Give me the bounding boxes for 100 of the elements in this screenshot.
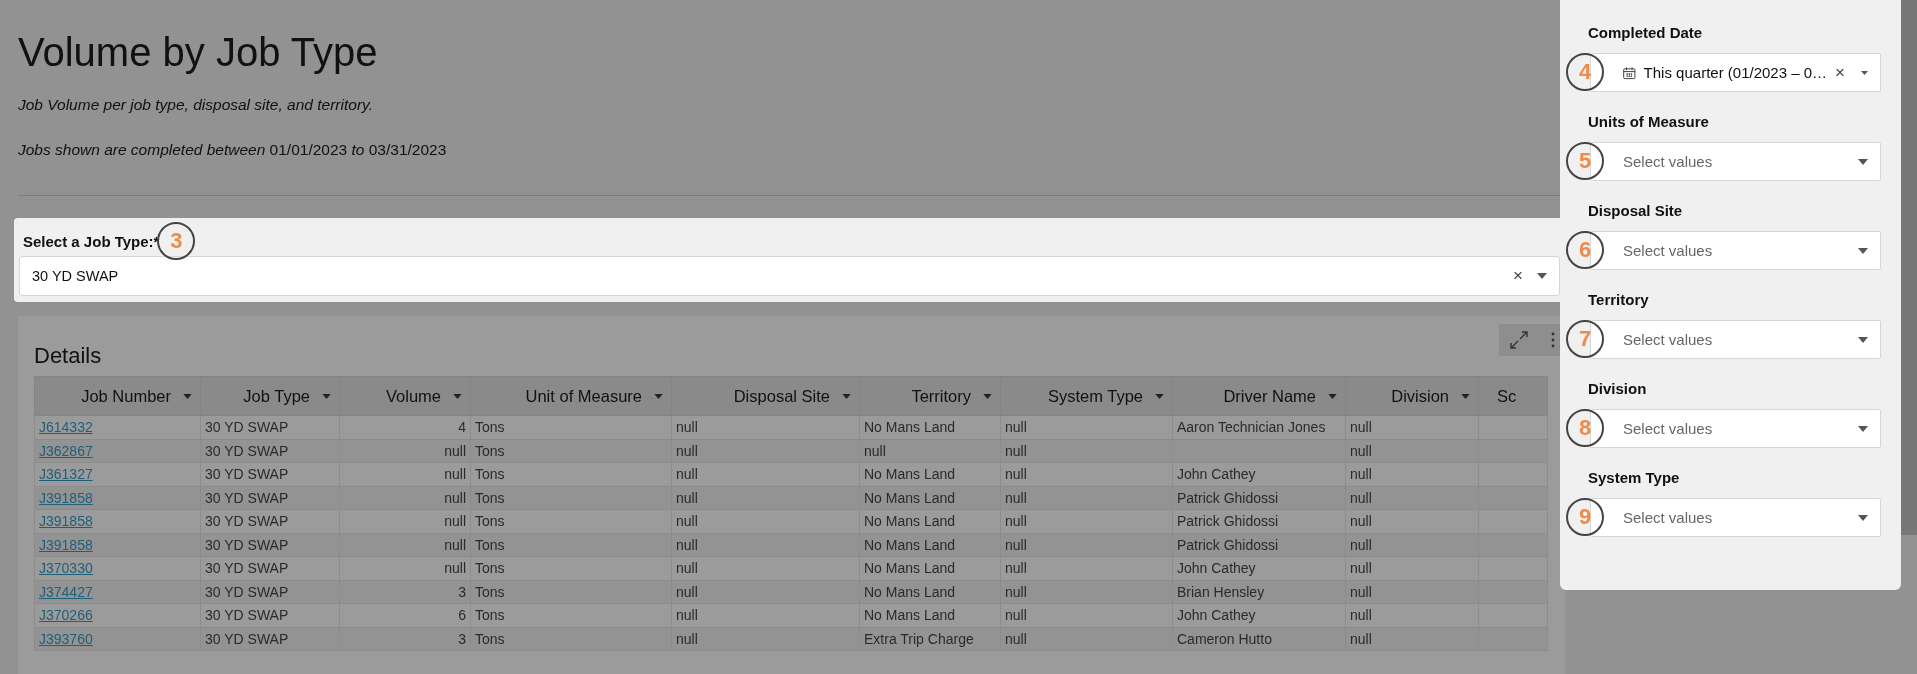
table-cell: Patrick Ghidossi bbox=[1177, 489, 1279, 506]
table-cell: 4 bbox=[458, 419, 466, 436]
table-cell: John Cathey bbox=[1177, 560, 1256, 577]
table-cell: null bbox=[676, 419, 698, 436]
caret-icon bbox=[1858, 425, 1868, 432]
table-cell: null bbox=[1005, 466, 1027, 483]
table-cell: 30 YD SWAP bbox=[205, 513, 289, 530]
table-cell: null bbox=[444, 489, 466, 506]
table-cell: Tons bbox=[475, 583, 505, 600]
table-cell: 30 YD SWAP bbox=[205, 560, 289, 577]
select-dropdown[interactable]: Select values bbox=[1590, 498, 1881, 537]
table-cell: 30 YD SWAP bbox=[205, 536, 289, 553]
column-header[interactable]: Driver Name bbox=[1172, 376, 1346, 416]
table-cell: Tons bbox=[475, 536, 505, 553]
column-header[interactable]: Division bbox=[1345, 376, 1479, 416]
table-cell: Tons bbox=[475, 419, 505, 436]
table-cell: null bbox=[444, 442, 466, 459]
table-cell: 30 YD SWAP bbox=[205, 442, 289, 459]
table-cell: Tons bbox=[475, 466, 505, 483]
column-header[interactable]: Job Type bbox=[200, 376, 340, 416]
table-cell: null bbox=[1350, 419, 1372, 436]
table-cell: null bbox=[1005, 489, 1027, 506]
select-dropdown[interactable]: Select values bbox=[1590, 320, 1881, 359]
select-dropdown[interactable]: Select values bbox=[1590, 142, 1881, 181]
filter-label: Disposal Site bbox=[1588, 202, 1684, 221]
table-cell: null bbox=[1350, 607, 1372, 624]
caret-icon bbox=[1858, 514, 1868, 521]
table-cell: null bbox=[1005, 536, 1027, 553]
table-cell: null bbox=[1005, 630, 1027, 647]
table-cell: 30 YD SWAP bbox=[205, 630, 289, 647]
table-cell: No Mans Land bbox=[864, 560, 956, 577]
filter-label: System Type bbox=[1588, 469, 1681, 488]
table-cell: null bbox=[676, 466, 698, 483]
table-cell: null bbox=[676, 536, 698, 553]
table-cell: null bbox=[1350, 466, 1372, 483]
caret-icon bbox=[1858, 247, 1868, 254]
table-cell: null bbox=[864, 442, 886, 459]
table-cell: null bbox=[676, 630, 698, 647]
date-dropdown[interactable]: This quarter (01/2023 – 0… × bbox=[1590, 53, 1881, 92]
table-cell: Extra Trip Charge bbox=[864, 630, 974, 647]
table-cell: Tons bbox=[475, 560, 505, 577]
table-cell: Brian Hensley bbox=[1177, 583, 1265, 600]
table-cell: 30 YD SWAP bbox=[205, 607, 289, 624]
clear-icon[interactable]: × bbox=[1835, 62, 1845, 83]
column-header[interactable]: Unit of Measure bbox=[470, 376, 672, 416]
details-title: Details bbox=[34, 342, 102, 370]
caret-icon bbox=[1537, 273, 1547, 279]
table-cell: null bbox=[1350, 442, 1372, 459]
job-type-dropdown[interactable]: 30 YD SWAP × bbox=[19, 256, 1560, 296]
table-cell: 3 bbox=[458, 583, 466, 600]
table-cell: 30 YD SWAP bbox=[205, 583, 289, 600]
table-cell: No Mans Land bbox=[864, 419, 956, 436]
clear-icon[interactable]: × bbox=[1513, 266, 1523, 286]
table-cell: No Mans Land bbox=[864, 583, 956, 600]
table-cell: null bbox=[676, 442, 698, 459]
table-cell: null bbox=[1350, 630, 1372, 647]
column-header[interactable]: System Type bbox=[1000, 376, 1173, 416]
scrollbar[interactable] bbox=[1901, 0, 1917, 535]
table-cell: No Mans Land bbox=[864, 513, 956, 530]
table-cell: Cameron Hutto bbox=[1177, 630, 1272, 647]
table-cell: Tons bbox=[475, 489, 505, 506]
caret-icon bbox=[1861, 69, 1868, 76]
table-cell: null bbox=[1350, 536, 1372, 553]
table-cell: null bbox=[444, 466, 466, 483]
select-dropdown[interactable]: Select values bbox=[1590, 231, 1881, 270]
page-description: Job Volume per job type, disposal site, and territory. bbox=[17, 96, 373, 114]
table-cell: null bbox=[676, 583, 698, 600]
column-header[interactable]: Job Number bbox=[34, 376, 201, 416]
filter-label: Territory bbox=[1588, 291, 1650, 310]
select-dropdown[interactable]: Select values bbox=[1590, 409, 1881, 448]
table-cell: 30 YD SWAP bbox=[205, 419, 289, 436]
expand-icon[interactable] bbox=[1509, 330, 1529, 350]
page-title: Volume by Job Type bbox=[17, 29, 378, 76]
table-cell: null bbox=[1350, 583, 1372, 600]
table-cell: 30 YD SWAP bbox=[205, 466, 289, 483]
column-header[interactable]: Territory bbox=[859, 376, 1001, 416]
column-header[interactable]: Volume bbox=[339, 376, 471, 416]
job-type-label: Select a Job Type:* bbox=[22, 232, 160, 250]
table-cell: 30 YD SWAP bbox=[205, 489, 289, 506]
column-header[interactable]: Disposal Site bbox=[671, 376, 860, 416]
table-cell: null bbox=[676, 489, 698, 506]
table-cell: null bbox=[1005, 560, 1027, 577]
table-cell: null bbox=[1005, 513, 1027, 530]
table-cell: null bbox=[1005, 583, 1027, 600]
table-cell: Patrick Ghidossi bbox=[1177, 536, 1279, 553]
filter-label: Units of Measure bbox=[1588, 113, 1710, 132]
table-cell: null bbox=[676, 513, 698, 530]
table-cell: Aaron Technician Jones bbox=[1177, 419, 1326, 436]
table-cell: null bbox=[1350, 560, 1372, 577]
filter-label: Completed Date bbox=[1588, 24, 1704, 43]
table-cell: Tons bbox=[475, 442, 505, 459]
table-cell: 3 bbox=[458, 630, 466, 647]
table-cell: Tons bbox=[475, 630, 505, 647]
table-cell: 6 bbox=[458, 607, 466, 624]
table-cell: John Cathey bbox=[1177, 607, 1256, 624]
table-cell: Tons bbox=[475, 607, 505, 624]
more-options-icon[interactable] bbox=[1551, 332, 1555, 348]
table-cell: No Mans Land bbox=[864, 489, 956, 506]
date-range-note: Jobs shown are completed between 01/01/2023 to 03/31/2023 bbox=[17, 141, 447, 159]
column-header[interactable]: Sc bbox=[1478, 376, 1548, 416]
